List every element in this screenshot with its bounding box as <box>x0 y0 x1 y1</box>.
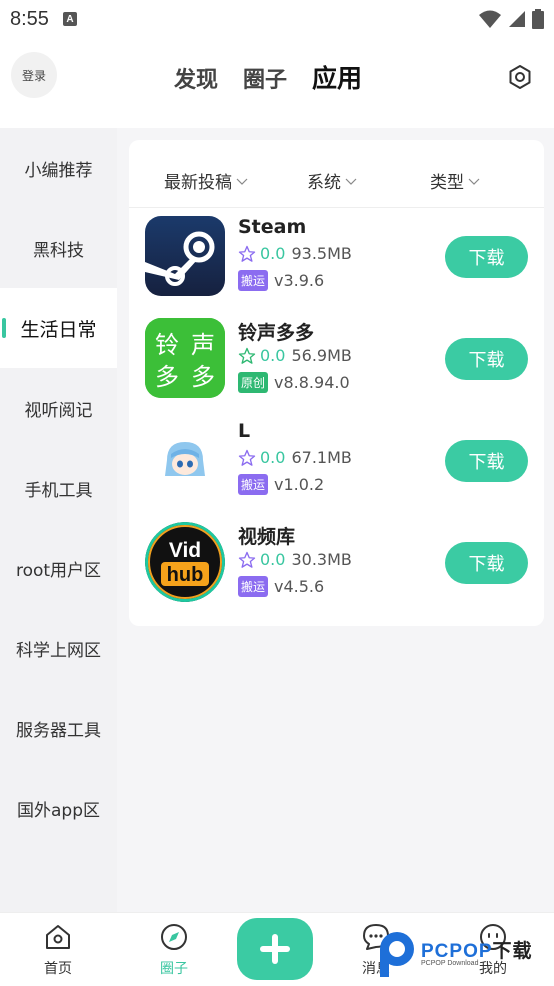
app-meta: 0.0 56.9MB <box>238 346 352 365</box>
filter-system-label: 系统 <box>307 173 341 193</box>
source-badge: 搬运 <box>238 270 269 291</box>
star-icon <box>238 449 256 466</box>
l-app-icon[interactable] <box>145 420 225 500</box>
icon-char: 多 <box>191 363 215 391</box>
list-item[interactable]: L 0.0 67.1MB 搬运 v1.0.2 下载 <box>129 420 544 522</box>
status-bar: 8:55 A <box>0 0 554 38</box>
sidebar-item-server-tools[interactable]: 服务器工具 <box>0 688 117 768</box>
app-name: L <box>238 420 251 442</box>
star-icon <box>238 347 256 364</box>
watermark-brand-text: PCPOP <box>421 941 493 962</box>
pcpop-logo-icon <box>380 932 414 977</box>
settings-icon[interactable] <box>507 64 533 90</box>
ringtone-app-icon[interactable]: 铃 声 多 多 <box>145 318 225 398</box>
source-badge: 搬运 <box>238 576 269 597</box>
app-rating: 0.0 <box>260 244 286 263</box>
app-version-row: 原创 v8.8.94.0 <box>238 372 350 393</box>
plus-icon <box>260 934 290 964</box>
app-version: v8.8.94.0 <box>274 373 350 392</box>
download-button[interactable]: 下载 <box>445 338 528 380</box>
app-name: 视频库 <box>238 526 296 548</box>
download-button[interactable]: 下载 <box>445 236 528 278</box>
wifi-icon <box>479 10 501 28</box>
filter-type[interactable]: 类型 <box>430 168 480 193</box>
app-size: 93.5MB <box>291 244 352 263</box>
icon-char: 声 <box>191 331 215 359</box>
list-item[interactable]: Vid hub 视频库 0.0 30.3MB 搬运 v4.5.6 下载 <box>129 522 544 624</box>
status-icons <box>478 9 544 29</box>
filter-type-label: 类型 <box>430 173 464 193</box>
star-icon <box>238 551 256 568</box>
app-name: Steam <box>238 216 307 238</box>
app-version: v4.5.6 <box>274 577 325 596</box>
app-version-row: 搬运 v3.9.6 <box>238 270 324 291</box>
login-button[interactable]: 登录 <box>11 52 57 98</box>
app-meta: 0.0 67.1MB <box>238 448 352 467</box>
pcpop-watermark: PCPOP下载 PCPOP Download <box>377 930 554 986</box>
filter-bar: 最新投稿 系统 类型 <box>129 140 544 208</box>
list-item[interactable]: Steam 0.0 93.5MB 搬运 v3.9.6 下载 <box>129 216 544 318</box>
app-version-row: 搬运 v1.0.2 <box>238 474 324 495</box>
status-time: 8:55 <box>10 7 49 30</box>
sidebar-item-daily-life[interactable]: 生活日常 <box>0 288 117 368</box>
icon-char: 铃 <box>155 331 179 359</box>
app-size: 56.9MB <box>291 346 352 365</box>
nav-circle[interactable]: 圈子 <box>134 913 214 986</box>
sidebar-item-editor-picks[interactable]: 小编推荐 <box>0 128 117 208</box>
tab-discover[interactable]: 发现 <box>174 62 218 94</box>
chevron-down-icon <box>468 178 480 185</box>
source-badge: 原创 <box>238 372 269 393</box>
download-button[interactable]: 下载 <box>445 542 528 584</box>
filter-system[interactable]: 系统 <box>307 168 357 193</box>
tab-apps[interactable]: 应用 <box>312 59 362 95</box>
sidebar-item-phone-tools[interactable]: 手机工具 <box>0 448 117 528</box>
chevron-down-icon <box>345 178 357 185</box>
icon-char: 多 <box>155 363 179 391</box>
app-meta: 0.0 93.5MB <box>238 244 352 263</box>
app-version-row: 搬运 v4.5.6 <box>238 576 324 597</box>
watermark-suffix: 下载 <box>492 941 533 962</box>
add-post-button[interactable] <box>237 918 313 980</box>
watermark-brand: PCPOP下载 <box>421 936 533 963</box>
sidebar-item-proxy[interactable]: 科学上网区 <box>0 608 117 688</box>
compass-icon <box>161 924 187 950</box>
star-icon <box>238 245 256 262</box>
signal-icon <box>509 11 525 27</box>
app-rating: 0.0 <box>260 448 286 467</box>
filter-latest-label: 最新投稿 <box>164 173 232 193</box>
app-rating: 0.0 <box>260 550 286 569</box>
sidebar-item-black-tech[interactable]: 黑科技 <box>0 208 117 288</box>
filter-latest[interactable]: 最新投稿 <box>164 168 248 193</box>
app-size: 30.3MB <box>291 550 352 569</box>
notification-icon: A <box>62 12 77 26</box>
icon-text: Vid <box>169 539 201 562</box>
app-version: v1.0.2 <box>274 475 325 494</box>
app-meta: 0.0 30.3MB <box>238 550 352 569</box>
home-icon <box>46 925 70 949</box>
top-header: 登录 发现 圈子 应用 <box>0 38 554 128</box>
vidhub-app-icon[interactable]: Vid hub <box>145 522 225 602</box>
app-size: 67.1MB <box>291 448 352 467</box>
source-badge: 搬运 <box>238 474 269 495</box>
sidebar-item-media[interactable]: 视听阅记 <box>0 368 117 448</box>
app-list-panel: 最新投稿 系统 类型 Steam 0.0 93.5MB 搬运 v3.9.6 下载… <box>129 140 544 626</box>
nav-home-label: 首页 <box>44 961 72 977</box>
app-version: v3.9.6 <box>274 271 325 290</box>
app-rating: 0.0 <box>260 346 286 365</box>
app-name: 铃声多多 <box>238 322 315 344</box>
category-sidebar: 小编推荐 黑科技 生活日常 视听阅记 手机工具 root用户区 科学上网区 服务… <box>0 128 117 912</box>
chevron-down-icon <box>236 178 248 185</box>
list-item[interactable]: 铃 声 多 多 铃声多多 0.0 56.9MB 原创 v8.8.94.0 下载 <box>129 318 544 420</box>
download-button[interactable]: 下载 <box>445 440 528 482</box>
icon-text: hub <box>167 564 204 586</box>
watermark-sub: PCPOP Download <box>421 960 479 967</box>
sidebar-item-foreign-apps[interactable]: 国外app区 <box>0 768 117 848</box>
nav-circle-label: 圈子 <box>160 961 188 977</box>
battery-icon <box>532 9 544 29</box>
steam-app-icon[interactable] <box>145 216 225 296</box>
sidebar-item-root[interactable]: root用户区 <box>0 528 117 608</box>
nav-home[interactable]: 首页 <box>18 913 98 986</box>
tab-circle[interactable]: 圈子 <box>243 62 287 94</box>
